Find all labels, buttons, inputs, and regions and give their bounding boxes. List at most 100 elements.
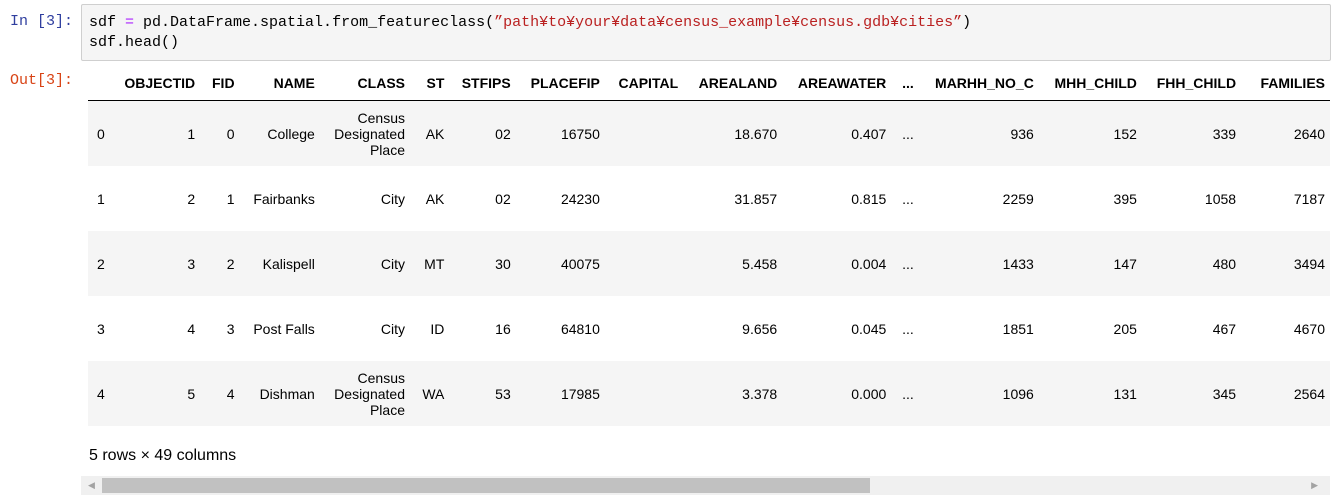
table-cell: Fairbanks xyxy=(253,190,315,207)
code-text: sdf.head() xyxy=(89,34,180,51)
table-cell: 339 xyxy=(1141,100,1242,166)
row-index: 3 xyxy=(97,320,105,337)
row-index: 4 xyxy=(88,361,118,426)
table-cell: 18.670 xyxy=(683,100,783,166)
table-cell: 480 xyxy=(1141,231,1242,296)
table-cell: WA xyxy=(410,361,450,426)
table-row: 3 4 3 Post Falls City ID 16 64810 9.656 0.045... 1… xyxy=(88,296,1330,361)
table-cell: 0.000 xyxy=(782,361,892,426)
table-cell: 16750 xyxy=(515,100,605,166)
table-cell: City xyxy=(319,231,410,296)
table-cell: 5 xyxy=(117,361,201,426)
code-text: pd.DataFrame.spatial.from_featureclass( xyxy=(134,14,495,31)
table-header-row: OBJECTID FID NAME CLASS ST STFIPS PLACEFIP CAPI… xyxy=(88,66,1330,101)
code-cell-input[interactable]: sdf = pd.DataFrame.spatial.from_featurec… xyxy=(81,4,1331,61)
scroll-left-arrow-icon[interactable]: ◀ xyxy=(88,480,95,491)
column-header: OBJECTID xyxy=(117,66,201,101)
column-header: PLACEFIP xyxy=(515,66,605,101)
column-header: ... xyxy=(891,66,919,101)
code-text: ) xyxy=(962,14,972,31)
table-cell xyxy=(605,166,683,231)
table-cell: Post Falls xyxy=(253,320,315,337)
table-cell: 4 xyxy=(200,361,240,426)
row-index: 0 xyxy=(88,100,118,166)
table-cell: 31.857 xyxy=(734,190,778,207)
table-cell: 467 xyxy=(1212,320,1237,337)
code-operator: = xyxy=(125,14,135,31)
table-cell: 7187 xyxy=(1293,190,1325,207)
table-cell: 0 xyxy=(200,100,240,166)
table-cell: 152 xyxy=(1038,100,1142,166)
code-string: ”path¥to¥your¥data¥census_example¥census… xyxy=(494,14,963,31)
table-cell: 53 xyxy=(449,361,516,426)
table-cell: 16 xyxy=(495,320,511,337)
table-cell xyxy=(604,361,684,426)
table-row: 0 1 0 College Census Designated Place AK 02 167… xyxy=(88,100,1330,166)
table-cell: Census Designated Place xyxy=(319,361,410,426)
scroll-right-arrow-icon[interactable]: ▶ xyxy=(1311,480,1318,491)
scrollbar-thumb[interactable] xyxy=(102,478,870,493)
table-cell xyxy=(605,296,683,361)
column-header: MARHH_NO_C xyxy=(918,66,1039,101)
table-cell: 2640 xyxy=(1241,100,1330,166)
table-cell: ... xyxy=(891,361,919,426)
table-cell: ... xyxy=(891,100,919,166)
table-row: 1 2 1 Fairbanks City AK 02 24230 31.857 0.815... 2… xyxy=(88,166,1330,231)
table-cell: 9.656 xyxy=(742,320,778,337)
table-cell: 2259 xyxy=(1002,190,1034,207)
table-cell: 4 xyxy=(187,320,196,337)
horizontal-scrollbar[interactable]: ◀ ▶ xyxy=(81,476,1330,495)
table-cell: 4670 xyxy=(1293,320,1325,337)
table-cell xyxy=(604,100,684,166)
output-prompt: Out[3]: xyxy=(10,72,74,89)
table-cell: 936 xyxy=(918,100,1039,166)
table-cell: AK xyxy=(410,100,450,166)
table-cell: 0.407 xyxy=(782,100,892,166)
table-cell: AK xyxy=(425,190,445,207)
table-cell: 1 xyxy=(117,100,201,166)
table-cell: City xyxy=(380,190,405,207)
dataframe-shape-summary: 5 rows × 49 columns xyxy=(89,447,237,464)
column-header: FHH_CHILD xyxy=(1141,66,1242,101)
table-cell: ... xyxy=(891,231,919,296)
table-cell: 395 xyxy=(1113,190,1137,207)
table-cell: ID xyxy=(430,320,445,337)
table-cell: 2 xyxy=(187,190,196,207)
table-cell: 2 xyxy=(200,231,240,296)
table-cell: 205 xyxy=(1113,320,1137,337)
column-header: FAMILIES xyxy=(1241,66,1330,101)
table-cell: Dishman xyxy=(239,361,320,426)
table-row: 2 3 2 Kalispell City MT 30 40075 5.458 0.004... 14… xyxy=(88,231,1330,296)
dataframe-output: OBJECTID FID NAME CLASS ST STFIPS PLACEFIP CAPI… xyxy=(88,66,1330,430)
column-header: STFIPS xyxy=(449,66,516,101)
table-cell: 1851 xyxy=(1002,320,1034,337)
table-cell: 147 xyxy=(1038,231,1142,296)
table-cell: 1 xyxy=(226,190,235,207)
row-index: 2 xyxy=(88,231,118,296)
table-cell: Census Designated Place xyxy=(319,100,410,166)
table-cell: 1433 xyxy=(918,231,1039,296)
code-text: sdf xyxy=(89,14,126,31)
column-header: MHH_CHILD xyxy=(1038,66,1142,101)
column-header: AREAWATER xyxy=(782,66,892,101)
table-row: 4 5 4 Dishman Census Designated Place WA 53 179… xyxy=(88,361,1330,426)
table-cell xyxy=(604,231,684,296)
column-header xyxy=(88,66,118,101)
table-cell: 0.815 xyxy=(851,190,887,207)
row-index: 1 xyxy=(97,190,105,207)
table-cell: 30 xyxy=(449,231,516,296)
table-cell: 0.004 xyxy=(782,231,892,296)
input-prompt: In [3]: xyxy=(10,13,74,30)
table-cell: 40075 xyxy=(515,231,605,296)
table-cell: 5.458 xyxy=(683,231,783,296)
column-header: NAME xyxy=(239,66,320,101)
dataframe-table: OBJECTID FID NAME CLASS ST STFIPS PLACEFIP CAPI… xyxy=(88,66,1330,426)
table-cell: 131 xyxy=(1038,361,1142,426)
column-header: CAPITAL xyxy=(604,66,684,101)
table-cell: 3 xyxy=(226,320,235,337)
table-cell: MT xyxy=(410,231,450,296)
column-header: ST xyxy=(410,66,450,101)
table-cell: 64810 xyxy=(560,320,600,337)
table-cell: 2564 xyxy=(1241,361,1330,426)
table-cell: 3 xyxy=(117,231,201,296)
